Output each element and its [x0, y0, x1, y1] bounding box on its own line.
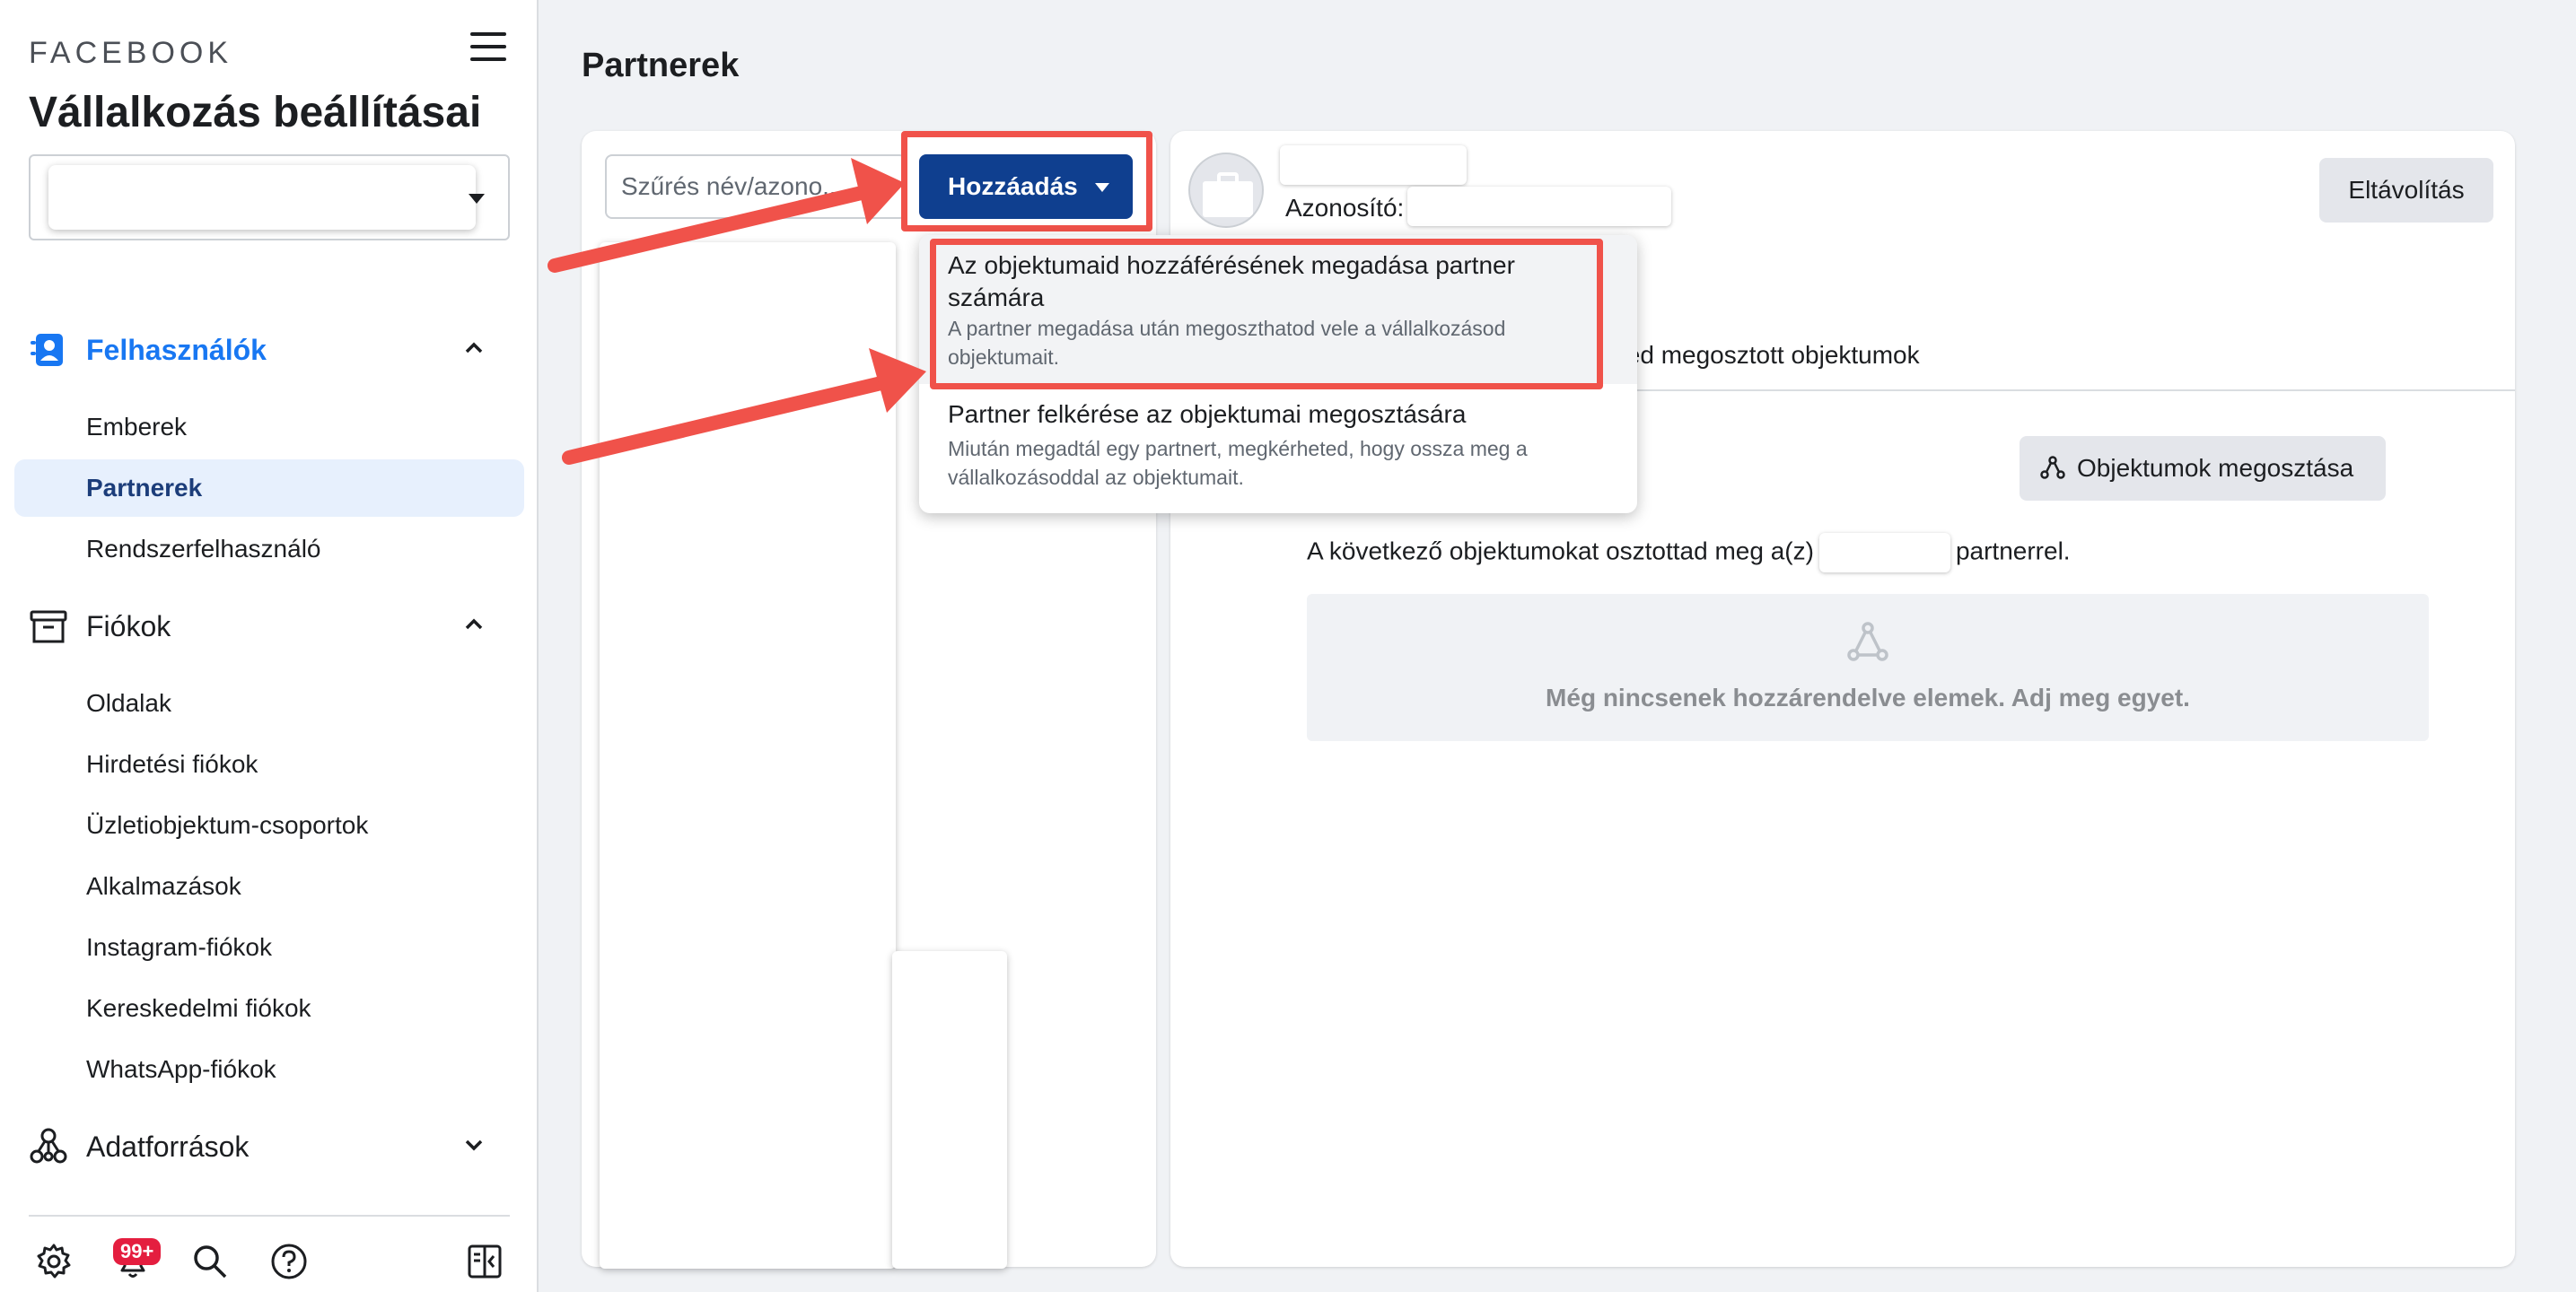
highlight-menu-option — [930, 239, 1603, 389]
section-data-sources[interactable]: Adatforrások — [0, 1118, 539, 1175]
section-users-label: Felhasználók — [86, 334, 267, 366]
search-icon[interactable] — [190, 1242, 230, 1281]
add-button-label: Hozzáadás — [948, 172, 1078, 200]
sidebar-item-label: Üzletiobjektum-csoportok — [86, 811, 369, 839]
business-selector[interactable] — [29, 154, 510, 240]
section-accounts-label: Fiókok — [86, 610, 171, 642]
chevron-down-icon — [465, 1139, 483, 1151]
share-nodes-icon — [2040, 456, 2065, 479]
sidebar-item-business-asset-groups[interactable]: Üzletiobjektum-csoportok — [14, 797, 524, 854]
empty-state: Még nincsenek hozzárendelve elemek. Adj … — [1307, 594, 2429, 741]
help-icon[interactable] — [269, 1242, 309, 1281]
partner-name-redacted — [1280, 145, 1467, 185]
partner-avatar — [1188, 153, 1264, 228]
archive-box-icon — [30, 610, 67, 643]
sidebar-item-partners[interactable]: Partnerek — [14, 459, 524, 517]
briefcase-icon — [1203, 172, 1253, 217]
menu-item-subtitle: Miután megadtál egy partnert, megkérhete… — [948, 437, 1528, 489]
menu-item-request-partner-assets[interactable]: Partner felkérése az objektumai megosztá… — [919, 384, 1637, 513]
remove-button[interactable]: Eltávolítás — [2319, 158, 2493, 223]
redacted-card — [892, 951, 1007, 1269]
hamburger-icon[interactable] — [470, 32, 506, 68]
sidebar: FACEBOOK Vállalkozás beállításai Felhasz… — [0, 0, 539, 1292]
section-accounts[interactable]: Fiókok — [0, 598, 539, 655]
chevron-down-icon — [469, 194, 485, 204]
add-button[interactable]: Hozzáadás — [919, 154, 1133, 219]
sidebar-divider — [29, 1215, 510, 1217]
shared-assets-description: A következő objektumokat osztottad meg a… — [1307, 533, 2071, 572]
filter-field[interactable] — [605, 154, 907, 219]
sidebar-item-ad-accounts[interactable]: Hirdetési fiókok — [14, 736, 524, 793]
filter-input[interactable] — [621, 167, 854, 206]
sidebar-item-label: Hirdetési fiókok — [86, 750, 258, 778]
caret-down-icon — [1095, 183, 1109, 192]
shared-text-before: A következő objektumokat osztottad meg a… — [1307, 537, 1814, 565]
share-assets-button[interactable]: Objektumok megosztása — [2020, 436, 2386, 501]
empty-state-text: Még nincsenek hozzárendelve elemek. Adj … — [1546, 684, 2190, 711]
section-users[interactable]: Felhasználók — [0, 321, 539, 379]
sidebar-item-instagram-accounts[interactable]: Instagram-fiókok — [14, 919, 524, 976]
data-sources-network-icon — [30, 1128, 67, 1164]
facebook-brand: FACEBOOK — [29, 36, 233, 70]
chevron-up-icon — [465, 342, 483, 354]
sidebar-item-label: Partnerek — [86, 474, 203, 502]
share-assets-label: Objektumok megosztása — [2077, 454, 2354, 482]
partner-id-redacted — [1407, 187, 1671, 226]
sidebar-item-system-users[interactable]: Rendszerfelhasználó — [14, 520, 524, 578]
partner-id-label: Azonosító: — [1285, 194, 1405, 222]
partner-list-redacted — [600, 242, 896, 1269]
sidebar-item-label: Alkalmazások — [86, 872, 241, 900]
sidebar-item-people[interactable]: Emberek — [14, 398, 524, 456]
shared-text-after: partnerrel. — [1955, 537, 2071, 565]
section-data-sources-label: Adatforrások — [86, 1130, 250, 1163]
search-icon — [863, 175, 888, 200]
sidebar-item-label: Kereskedelmi fiókok — [86, 994, 311, 1022]
page-title: Partnerek — [582, 47, 740, 84]
business-settings-title: Vállalkozás beállításai — [29, 89, 482, 136]
users-badge-icon — [31, 334, 63, 366]
menu-item-title: Partner felkérése az objektumai megosztá… — [948, 400, 1467, 428]
sidebar-item-commerce-accounts[interactable]: Kereskedelmi fiókok — [14, 980, 524, 1037]
sidebar-item-whatsapp-accounts[interactable]: WhatsApp-fiókok — [14, 1041, 524, 1098]
sidebar-item-label: WhatsApp-fiókok — [86, 1055, 276, 1083]
panel-toggle-icon[interactable] — [465, 1242, 504, 1281]
chevron-up-icon — [465, 618, 483, 630]
sidebar-item-label: Emberek — [86, 413, 188, 441]
tab-shared-assets[interactable]: eled megosztott objektumok — [1607, 341, 1920, 370]
business-name-redacted — [48, 165, 476, 230]
gear-icon[interactable] — [34, 1242, 74, 1281]
sidebar-item-label: Rendszerfelhasználó — [86, 535, 321, 563]
sidebar-item-label: Oldalak — [86, 689, 171, 717]
sidebar-item-pages[interactable]: Oldalak — [14, 675, 524, 732]
partner-name-redacted — [1818, 533, 1950, 572]
share-nodes-icon — [1847, 622, 1888, 661]
sidebar-item-apps[interactable]: Alkalmazások — [14, 858, 524, 915]
notification-badge: 99+ — [113, 1238, 162, 1265]
sidebar-item-label: Instagram-fiókok — [86, 933, 272, 961]
